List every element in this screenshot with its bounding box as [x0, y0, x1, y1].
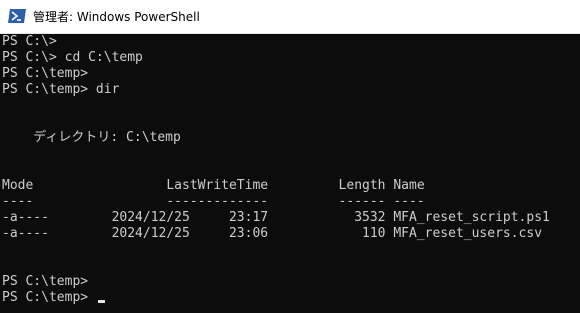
title-bar[interactable]: 管理者: Windows PowerShell [0, 0, 580, 34]
console-line: ---- ------------- ------ ---- [2, 194, 425, 209]
window-title: 管理者: Windows PowerShell [33, 10, 200, 24]
powershell-icon [8, 9, 26, 23]
console-line: PS C:\> [2, 34, 57, 49]
console-line: PS C:\temp> [2, 290, 96, 305]
console-line: ディレクトリ: C:\temp [2, 130, 181, 145]
powershell-window: 管理者: Windows PowerShell PS C:\> PS C:\> … [0, 0, 580, 313]
console-line: PS C:\temp> [2, 274, 89, 289]
text-cursor [98, 300, 105, 303]
console-line: PS C:\temp> dir [2, 82, 120, 97]
console-line: -a---- 2024/12/25 23:06 110 MFA_reset_us… [2, 226, 543, 241]
console-line: PS C:\> cd C:\temp [2, 50, 143, 65]
console-line: Mode LastWriteTime Length Name [2, 178, 425, 193]
console-line: PS C:\temp> [2, 66, 89, 81]
console-output[interactable]: PS C:\> PS C:\> cd C:\temp PS C:\temp> P… [0, 34, 580, 313]
console-line: -a---- 2024/12/25 23:17 3532 MFA_reset_s… [2, 210, 550, 225]
